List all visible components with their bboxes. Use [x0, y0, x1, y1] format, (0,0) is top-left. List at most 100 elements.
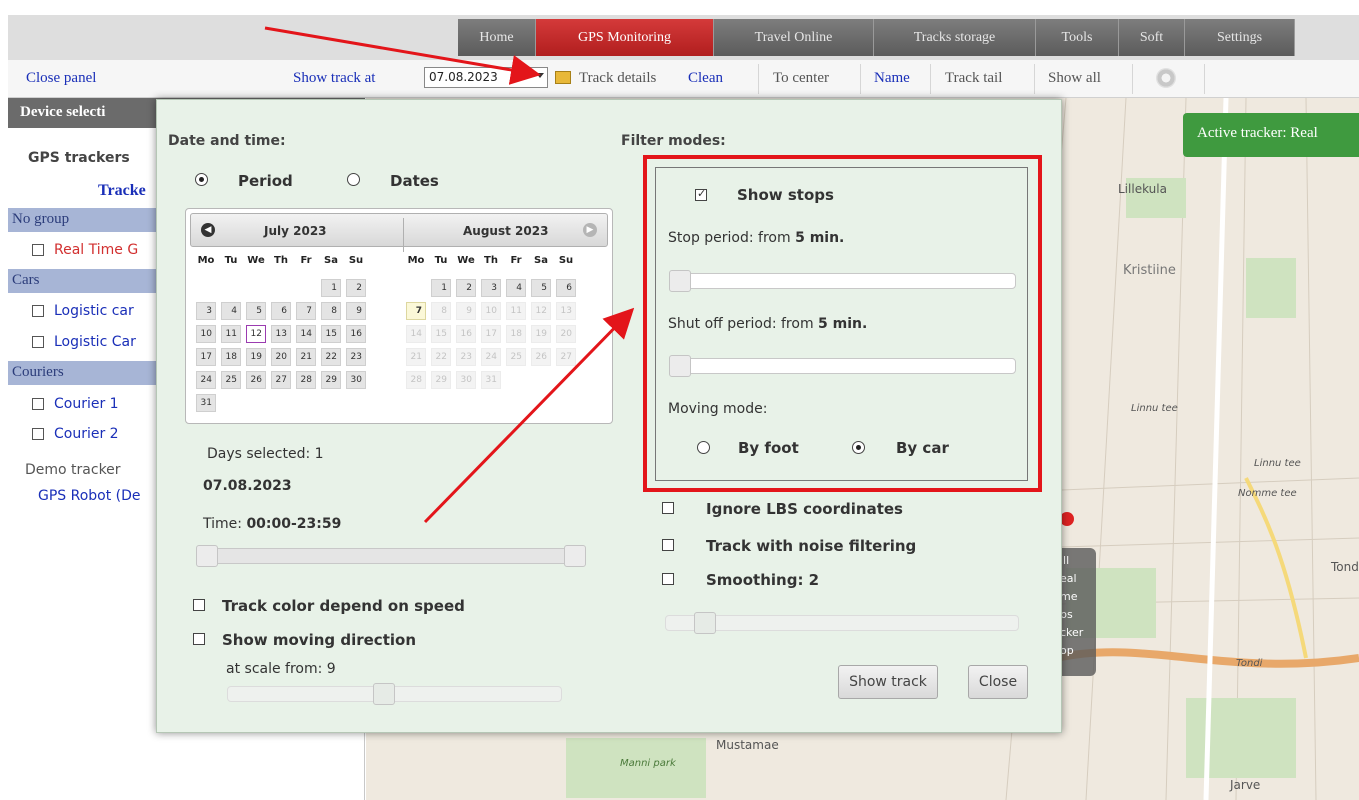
- device-item[interactable]: Courier 2: [32, 426, 119, 442]
- calendar-day[interactable]: 10: [196, 325, 216, 343]
- calendar-day[interactable]: 4: [221, 302, 241, 320]
- calendar-day[interactable]: 11: [221, 325, 241, 343]
- tab-tracks-storage[interactable]: Tracks storage: [874, 19, 1036, 56]
- calendar-day[interactable]: 12: [246, 325, 266, 343]
- stop-period-slider[interactable]: [669, 270, 1016, 292]
- demo-tracker-item[interactable]: GPS Robot (De: [38, 488, 141, 504]
- calendar-day[interactable]: 18: [506, 325, 526, 343]
- by-car-radio[interactable]: [852, 441, 865, 454]
- calendar-day[interactable]: 17: [481, 325, 501, 343]
- device-item[interactable]: Real Time G: [32, 242, 138, 258]
- show-track-button[interactable]: Show track: [838, 665, 938, 699]
- by-foot-radio[interactable]: [697, 441, 710, 454]
- tab-settings[interactable]: Settings: [1185, 19, 1295, 56]
- calendar-day[interactable]: 5: [531, 279, 551, 297]
- calendar-day[interactable]: 31: [481, 371, 501, 389]
- calendar-day[interactable]: 13: [556, 302, 576, 320]
- slider-handle[interactable]: [373, 683, 395, 705]
- calendar-day[interactable]: 1: [431, 279, 451, 297]
- device-item[interactable]: Logistic Car: [32, 334, 136, 350]
- calendar-day[interactable]: 9: [456, 302, 476, 320]
- slider-handle[interactable]: [669, 270, 691, 292]
- calendar-day[interactable]: 6: [556, 279, 576, 297]
- device-item[interactable]: Logistic car: [32, 303, 134, 319]
- slider-handle[interactable]: [669, 355, 691, 377]
- calendar-day[interactable]: 2: [456, 279, 476, 297]
- calendar-day[interactable]: 25: [506, 348, 526, 366]
- tab-tools[interactable]: Tools: [1036, 19, 1119, 56]
- smoothing-checkbox[interactable]: [662, 573, 674, 585]
- calendar-day[interactable]: 26: [246, 371, 266, 389]
- calendar-day[interactable]: 7: [406, 302, 426, 320]
- calendar-day[interactable]: 16: [456, 325, 476, 343]
- tab-home[interactable]: Home: [458, 19, 536, 56]
- device-checkbox[interactable]: [32, 305, 44, 317]
- next-month-icon[interactable]: ▶: [583, 223, 597, 237]
- show-direction-checkbox[interactable]: [193, 633, 205, 645]
- ignore-lbs-checkbox[interactable]: [662, 502, 674, 514]
- calendar-day[interactable]: 7: [296, 302, 316, 320]
- device-checkbox[interactable]: [32, 244, 44, 256]
- show-all-button[interactable]: Show all: [1048, 70, 1101, 87]
- calendar-day[interactable]: 21: [406, 348, 426, 366]
- calendar-day[interactable]: 15: [431, 325, 451, 343]
- calendar-day[interactable]: 15: [321, 325, 341, 343]
- calendar-day[interactable]: 25: [221, 371, 241, 389]
- smoothing-slider[interactable]: [665, 612, 1019, 634]
- close-panel-link[interactable]: Close panel: [26, 70, 96, 87]
- device-checkbox[interactable]: [32, 398, 44, 410]
- track-tail-button[interactable]: Track tail: [945, 70, 1002, 87]
- calendar-day[interactable]: 19: [246, 348, 266, 366]
- calendar-day[interactable]: 12: [531, 302, 551, 320]
- calendar-day[interactable]: 9: [346, 302, 366, 320]
- calendar-day[interactable]: 28: [406, 371, 426, 389]
- calendar-day[interactable]: 27: [556, 348, 576, 366]
- calendar-day[interactable]: 20: [271, 348, 291, 366]
- calendar-day[interactable]: 16: [346, 325, 366, 343]
- calendar-day[interactable]: 24: [481, 348, 501, 366]
- track-color-checkbox[interactable]: [193, 599, 205, 611]
- calendar-day[interactable]: 14: [406, 325, 426, 343]
- calendar-day[interactable]: 18: [221, 348, 241, 366]
- calendar-day[interactable]: 28: [296, 371, 316, 389]
- slider-handle-end[interactable]: [564, 545, 586, 567]
- calendar-day[interactable]: 31: [196, 394, 216, 412]
- device-item[interactable]: Courier 1: [32, 396, 119, 412]
- calendar-day[interactable]: 4: [506, 279, 526, 297]
- map-marker-icon[interactable]: [1060, 512, 1074, 526]
- calendar-day[interactable]: 8: [431, 302, 451, 320]
- calendar-day[interactable]: 27: [271, 371, 291, 389]
- scale-slider[interactable]: [227, 683, 562, 705]
- name-toggle[interactable]: Name: [874, 70, 910, 87]
- calendar-day[interactable]: 17: [196, 348, 216, 366]
- device-checkbox[interactable]: [32, 428, 44, 440]
- calendar-day[interactable]: 2: [346, 279, 366, 297]
- track-date-select[interactable]: 07.08.2023: [424, 67, 548, 88]
- slider-handle-start[interactable]: [196, 545, 218, 567]
- trackers-link[interactable]: Tracke: [98, 182, 146, 200]
- show-stops-checkbox[interactable]: [695, 187, 707, 201]
- track-details-button[interactable]: Track details: [579, 70, 656, 87]
- slider-handle[interactable]: [694, 612, 716, 634]
- calendar-day[interactable]: 22: [321, 348, 341, 366]
- shutoff-period-slider[interactable]: [669, 355, 1016, 377]
- period-radio[interactable]: [195, 173, 208, 186]
- active-tracker-badge[interactable]: Active tracker: Real: [1183, 113, 1359, 157]
- calendar-day[interactable]: 23: [456, 348, 476, 366]
- calendar-day[interactable]: 23: [346, 348, 366, 366]
- gear-icon[interactable]: [1156, 68, 1176, 88]
- calendar-day[interactable]: 19: [531, 325, 551, 343]
- tab-soft[interactable]: Soft: [1119, 19, 1185, 56]
- time-range-slider[interactable]: [196, 545, 586, 567]
- tab-travel-online[interactable]: Travel Online: [714, 19, 874, 56]
- calendar-day[interactable]: 10: [481, 302, 501, 320]
- prev-month-icon[interactable]: ◀: [201, 223, 215, 237]
- calendar-day[interactable]: 30: [346, 371, 366, 389]
- calendar-day[interactable]: 26: [531, 348, 551, 366]
- calendar-day[interactable]: 29: [321, 371, 341, 389]
- calendar-day[interactable]: 1: [321, 279, 341, 297]
- device-checkbox[interactable]: [32, 336, 44, 348]
- calendar-day[interactable]: 11: [506, 302, 526, 320]
- calendar-day[interactable]: 30: [456, 371, 476, 389]
- to-center-button[interactable]: To center: [773, 70, 829, 87]
